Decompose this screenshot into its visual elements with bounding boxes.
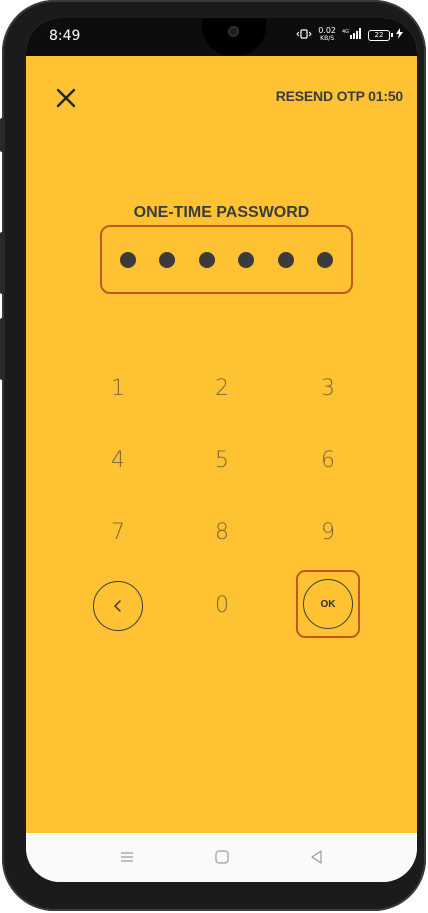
system-nav-bar <box>26 833 417 882</box>
otp-title: ONE-TIME PASSWORD <box>133 204 310 221</box>
battery-icon: 22 <box>368 29 393 41</box>
back-triangle-icon <box>311 850 322 864</box>
front-camera <box>228 26 239 37</box>
key-4[interactable]: 4 <box>88 436 148 486</box>
network-type: 4G <box>342 29 349 35</box>
vibrate-icon <box>296 28 312 42</box>
signal-icon: 4G <box>342 28 362 42</box>
ok-label: OK <box>320 598 336 610</box>
app-screen: 8:49 0.02 KB/S 4G 22 RESEND OTP 01:50 ON… <box>26 18 417 882</box>
phone-side-button <box>0 318 5 380</box>
otp-input-field[interactable] <box>100 225 353 294</box>
otp-dot <box>238 251 255 268</box>
key-5[interactable]: 5 <box>192 436 252 486</box>
key-2[interactable]: 2 <box>192 364 252 414</box>
otp-dot <box>277 251 294 268</box>
key-1[interactable]: 1 <box>88 364 148 414</box>
chevron-left-icon <box>114 600 121 612</box>
otp-dot <box>198 251 215 268</box>
key-9[interactable]: 9 <box>298 508 358 558</box>
status-icons: 0.02 KB/S 4G 22 <box>296 27 403 43</box>
home-button[interactable] <box>211 846 233 868</box>
status-time: 8:49 <box>49 28 81 44</box>
key-6[interactable]: 6 <box>298 436 358 486</box>
backspace-button[interactable] <box>93 581 143 631</box>
phone-frame: 8:49 0.02 KB/S 4G 22 RESEND OTP 01:50 ON… <box>0 0 426 911</box>
key-0[interactable]: 0 <box>192 581 252 631</box>
key-7[interactable]: 7 <box>88 508 148 558</box>
ok-button[interactable]: OK <box>303 579 353 629</box>
menu-button[interactable] <box>116 846 138 868</box>
close-button[interactable] <box>54 86 78 110</box>
back-button[interactable] <box>306 846 328 868</box>
phone-side-button <box>0 232 5 294</box>
home-icon <box>215 850 229 864</box>
otp-dot <box>159 251 176 268</box>
menu-icon <box>121 852 133 862</box>
key-8[interactable]: 8 <box>192 508 252 558</box>
resend-otp-button[interactable]: RESEND OTP 01:50 <box>276 88 403 104</box>
network-speed: 0.02 KB/S <box>318 26 336 43</box>
otp-dot <box>317 251 334 268</box>
close-icon <box>56 88 76 108</box>
charging-icon <box>396 28 403 42</box>
notch <box>202 18 266 56</box>
otp-dots <box>102 227 351 292</box>
otp-dot <box>119 251 136 268</box>
phone-side-button <box>0 118 5 152</box>
status-bar: 8:49 0.02 KB/S 4G 22 <box>26 18 417 56</box>
key-3[interactable]: 3 <box>298 364 358 414</box>
